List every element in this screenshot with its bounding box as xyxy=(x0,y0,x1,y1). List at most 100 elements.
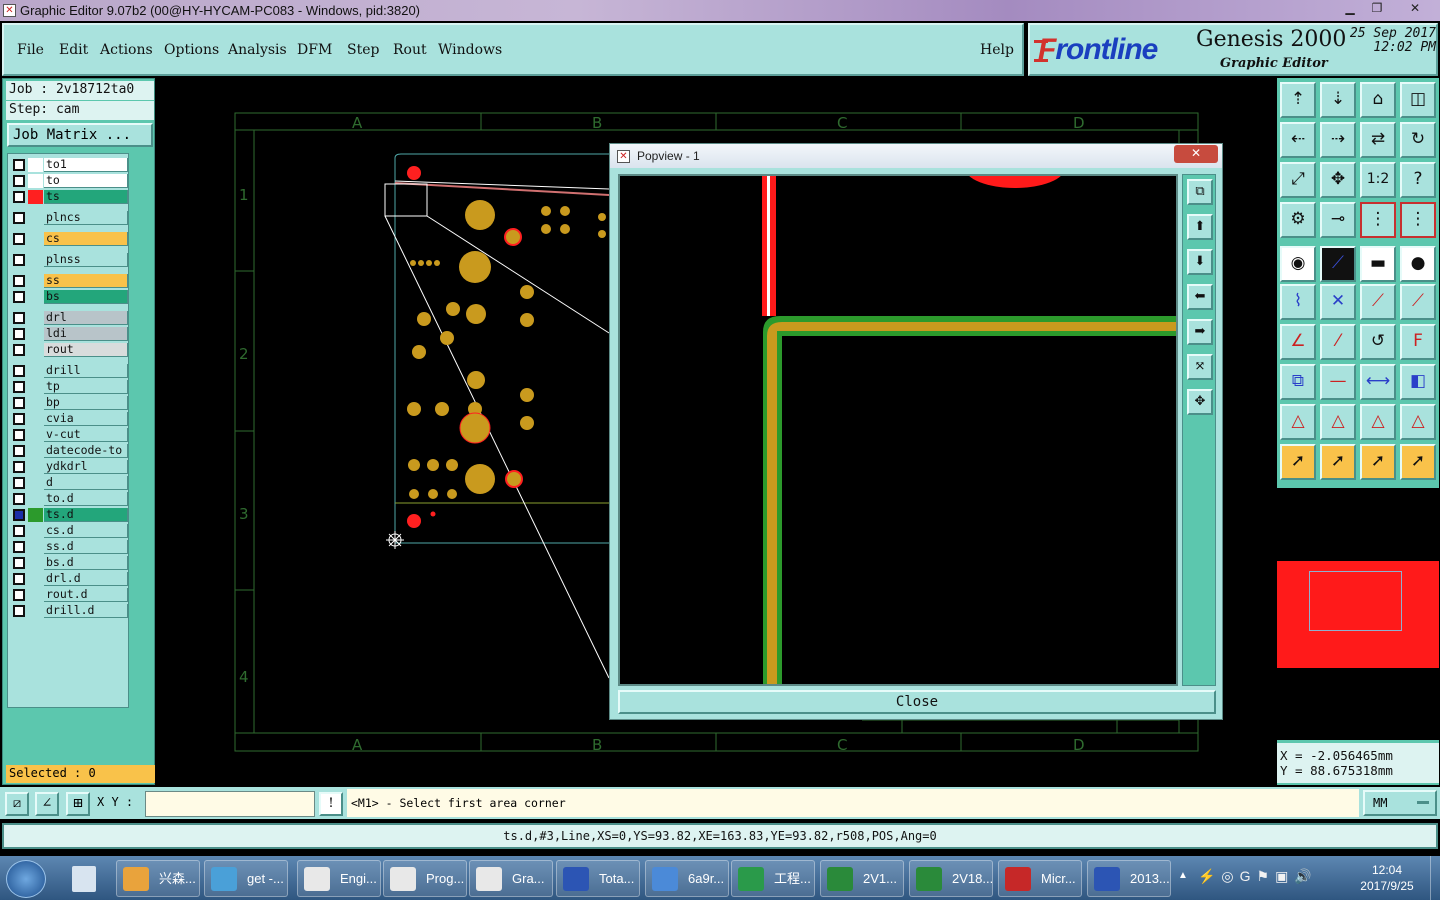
layer-name[interactable]: tp xyxy=(44,380,128,394)
triangle-icon[interactable]: △ xyxy=(1280,404,1316,440)
taskbar-item[interactable]: 2V1... xyxy=(820,860,904,897)
overview-map[interactable] xyxy=(1277,488,1439,740)
layer-row-d[interactable]: d xyxy=(10,476,128,490)
layer-color-swatch[interactable] xyxy=(28,604,43,618)
popview-close-button[interactable]: Close xyxy=(618,690,1216,714)
layer-color-swatch[interactable] xyxy=(28,444,43,458)
layer-row-ts[interactable]: ts xyxy=(10,190,128,204)
layer-color-swatch[interactable] xyxy=(28,290,43,304)
layer-row-v-cut[interactable]: v-cut xyxy=(10,428,128,442)
menu-step[interactable]: Step xyxy=(347,42,379,58)
xy-input[interactable] xyxy=(145,791,315,817)
ruler-icon[interactable]: ▬ xyxy=(1360,246,1396,282)
taskbar-item[interactable]: Engi... xyxy=(297,860,381,897)
triangle-base-icon[interactable]: △ xyxy=(1360,404,1396,440)
popview-zoom-out-button[interactable]: ⤧ xyxy=(1187,354,1213,380)
layer-checkbox[interactable] xyxy=(13,312,25,324)
shapes-icon[interactable]: ◧ xyxy=(1400,364,1436,400)
layer-checkbox[interactable] xyxy=(13,605,25,617)
layer-name[interactable]: ss xyxy=(44,274,128,288)
dash-line-icon[interactable]: — xyxy=(1320,364,1356,400)
clock[interactable]: 12:04 2017/9/25 xyxy=(1352,862,1422,894)
layer-name[interactable]: drl xyxy=(44,311,128,325)
layer-name[interactable]: drl.d xyxy=(44,572,128,586)
layer-row-to1[interactable]: to1 xyxy=(10,158,128,172)
layer-color-swatch[interactable] xyxy=(28,524,43,538)
menu-options[interactable]: Options xyxy=(164,42,219,58)
popview-drawing[interactable] xyxy=(620,176,1178,686)
angle-mode-icon[interactable]: ∠ xyxy=(35,792,59,816)
layer-color-swatch[interactable] xyxy=(28,460,43,474)
layer-color-swatch[interactable] xyxy=(28,540,43,554)
pad-dot-icon[interactable]: ● xyxy=(1400,246,1436,282)
layer-checkbox[interactable] xyxy=(13,461,25,473)
layer-checkbox[interactable] xyxy=(13,191,25,203)
layer-row-tp[interactable]: tp xyxy=(10,380,128,394)
layer-color-swatch[interactable] xyxy=(28,380,43,394)
layer-name[interactable]: drill.d xyxy=(44,604,128,618)
menu-actions[interactable]: Actions xyxy=(100,42,153,58)
taskbar-item[interactable]: Prog... xyxy=(383,860,467,897)
layer-name[interactable]: to xyxy=(44,174,128,188)
layer-name[interactable]: bp xyxy=(44,396,128,410)
layer-name[interactable]: bs xyxy=(44,290,128,304)
menu-help[interactable]: Help xyxy=(980,42,1014,58)
layer-color-swatch[interactable] xyxy=(28,311,43,325)
alert-icon[interactable]: ! xyxy=(319,792,343,816)
layer-checkbox[interactable] xyxy=(13,254,25,266)
connect-nodes-icon[interactable]: ⌇ xyxy=(1280,284,1316,320)
layer-row-to-d[interactable]: to.d xyxy=(10,492,128,506)
pan-left-icon[interactable]: ⇠ xyxy=(1280,122,1316,158)
layer-row-bs-d[interactable]: bs.d xyxy=(10,556,128,570)
zoom-fit-icon[interactable]: ⤢ xyxy=(1280,162,1316,198)
menu-analysis[interactable]: Analysis xyxy=(228,42,287,58)
taskbar-item[interactable]: Tota... xyxy=(556,860,640,897)
layer-color-swatch[interactable] xyxy=(28,476,43,490)
start-button[interactable] xyxy=(6,860,46,898)
layer-row-drill[interactable]: drill xyxy=(10,364,128,378)
measure-key-icon[interactable]: ⊸ xyxy=(1320,202,1356,238)
layer-row-ss-d[interactable]: ss.d xyxy=(10,540,128,554)
layer-name[interactable]: rout xyxy=(44,343,128,357)
layer-color-swatch[interactable] xyxy=(28,274,43,288)
layer-checkbox[interactable] xyxy=(13,493,25,505)
layer-color-swatch[interactable] xyxy=(28,211,43,225)
layer-name[interactable]: ydkdrl xyxy=(44,460,128,474)
grid-mode-icon[interactable]: ⊞ xyxy=(66,792,90,816)
pan-down-icon[interactable]: ⇣ xyxy=(1320,82,1356,118)
layer-checkbox[interactable] xyxy=(13,328,25,340)
layer-name[interactable]: ts xyxy=(44,190,128,204)
popview-pan-left-button[interactable]: ⬅ xyxy=(1187,284,1213,310)
layer-checkbox[interactable] xyxy=(13,159,25,171)
popview-titlebar[interactable]: ✕ Popview - 1 ✕ xyxy=(610,144,1222,168)
cross-icon[interactable]: ✕ xyxy=(1320,284,1356,320)
menu-file[interactable]: File xyxy=(17,42,44,58)
layer-color-swatch[interactable] xyxy=(28,364,43,378)
maximize-button[interactable]: ❐ xyxy=(1364,0,1390,18)
mirror-icon[interactable]: ⇄ xyxy=(1360,122,1396,158)
layer-name[interactable]: cvia xyxy=(44,412,128,426)
show-desktop-button[interactable] xyxy=(1430,856,1440,900)
layer-checkbox[interactable] xyxy=(13,509,25,521)
taskbar-item[interactable]: 兴森... xyxy=(116,860,200,897)
layer-name[interactable]: to1 xyxy=(44,158,128,172)
snap-mode-icon[interactable]: ⧄ xyxy=(5,792,29,816)
popview-pan-right-button[interactable]: ➡ xyxy=(1187,319,1213,345)
layer-name[interactable]: datecode-to xyxy=(44,444,128,458)
pan-right-icon[interactable]: ⇢ xyxy=(1320,122,1356,158)
popview-zoom-in-button[interactable]: ✥ xyxy=(1187,389,1213,415)
popview-close-x-button[interactable]: ✕ xyxy=(1174,145,1218,163)
pointer-icon[interactable]: ➚ xyxy=(1280,444,1316,480)
layer-name[interactable]: to.d xyxy=(44,492,128,506)
layer-name[interactable]: cs xyxy=(44,232,128,246)
layer-row-rout[interactable]: rout xyxy=(10,343,128,357)
layer-name[interactable]: d xyxy=(44,476,128,490)
layer-name[interactable]: ts.d xyxy=(44,508,128,522)
menu-edit[interactable]: Edit xyxy=(59,42,88,58)
taskbar-item[interactable]: get -... xyxy=(204,860,288,897)
layer-color-swatch[interactable] xyxy=(28,190,43,204)
popview-pan-down-button[interactable]: ⬇ xyxy=(1187,249,1213,275)
taskbar-item[interactable]: 2013... xyxy=(1087,860,1171,897)
line-node-icon[interactable]: ⟋ xyxy=(1360,284,1396,320)
dimension-icon[interactable]: ⟷ xyxy=(1360,364,1396,400)
